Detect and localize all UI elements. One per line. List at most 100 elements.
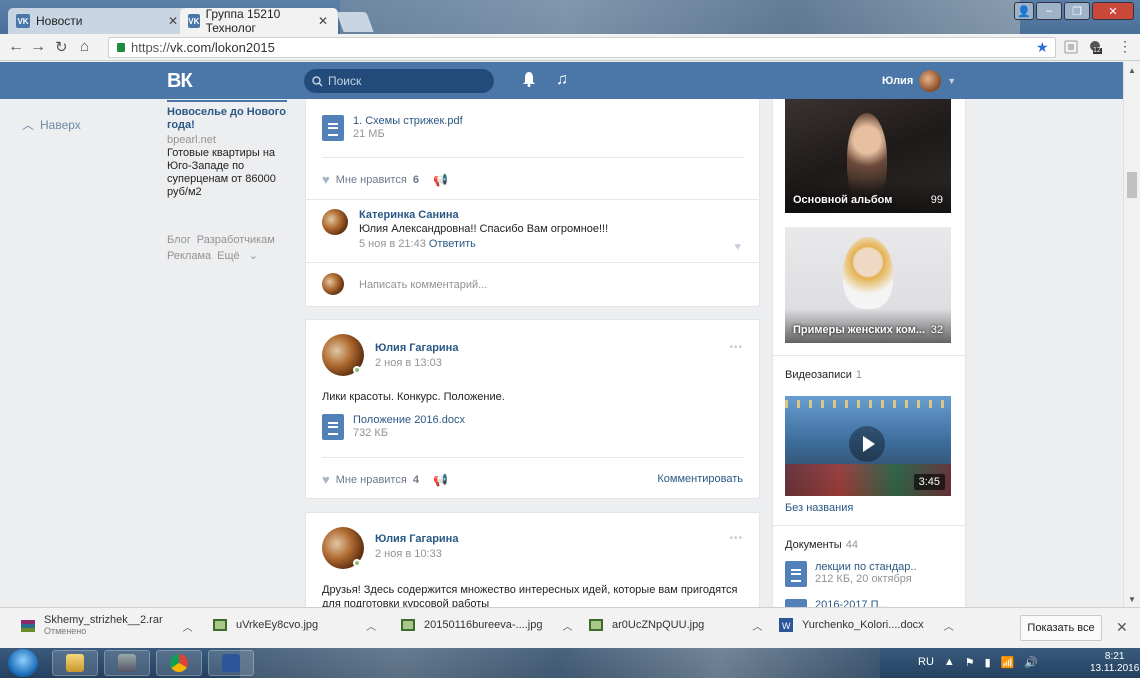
like-button[interactable]: ♥ Мне нравится 6 📢 [322, 172, 448, 187]
chevron-up-icon[interactable]: ︿ [366, 618, 376, 633]
video-thumbnail[interactable]: 3:45 [785, 396, 951, 496]
footer-links: Блог Разработчикам Реклама Ещё ⌄ [167, 232, 281, 264]
taskbar: RU ▲ ⚑ ▮ 📶 🔊 8:21 13.11.2016 [0, 648, 1140, 678]
music-icon[interactable]: ♫ [556, 71, 568, 89]
tray-arrow-icon[interactable]: ▲ [944, 656, 955, 669]
doc-attachment[interactable]: 1. Схемы стрижек.pdf 21 МБ [322, 115, 463, 141]
download-item[interactable]: uVrkeEy8cvo.jpg ︿ [212, 617, 376, 633]
chevron-up-icon[interactable]: ︿ [562, 618, 572, 633]
avatar[interactable] [322, 209, 348, 235]
system-clock[interactable]: 8:21 13.11.2016 [1090, 651, 1139, 675]
volume-icon[interactable]: 🔊 [1024, 656, 1038, 669]
post-header: Юлия Гагарина 2 ноя в 10:33 [375, 533, 458, 560]
forward-arrow-icon[interactable]: → [30, 38, 46, 56]
back-to-top-link[interactable]: ︿ Наверх [22, 116, 81, 133]
album-main[interactable]: Основной альбом 99 [785, 99, 951, 213]
signal-icon[interactable]: 📶 [1001, 656, 1015, 669]
video-title[interactable]: Без названия [785, 502, 853, 514]
search-input[interactable]: Поиск [304, 69, 494, 93]
chevron-up-icon[interactable]: ︿ [183, 619, 193, 634]
browser-tab-strip: VK Новости ✕ VK Группа 15210 Технолог ✕ … [0, 0, 1140, 34]
extension-icon[interactable] [1064, 40, 1078, 54]
bell-icon[interactable] [522, 71, 536, 87]
reload-icon[interactable]: ↻ [55, 38, 68, 56]
flag-icon[interactable]: ⚑ [965, 656, 975, 669]
album-womens[interactable]: Примеры женских ком... 32 [785, 227, 951, 343]
user-menu[interactable]: Юлия ▼ [882, 70, 956, 92]
search-icon [312, 75, 323, 87]
comment-author[interactable]: Катеринка Санина [359, 209, 608, 221]
comment-button[interactable]: Комментировать [657, 473, 743, 485]
footer-link-developers[interactable]: Разработчикам [197, 234, 275, 246]
taskbar-media[interactable] [104, 650, 150, 676]
like-button[interactable]: ♥ Мне нравится 4 📢 [322, 472, 448, 487]
share-megaphone-icon[interactable]: 📢 [433, 173, 448, 187]
ad-title[interactable]: Новоселье до Нового года! [167, 106, 292, 132]
tab-news[interactable]: VK Новости ✕ [8, 8, 188, 34]
start-button[interactable] [8, 649, 38, 677]
more-options-icon[interactable]: ••• [729, 342, 743, 353]
page-scrollbar[interactable]: ▲ ▼ [1123, 62, 1140, 607]
chevron-up-icon[interactable]: ︿ [752, 618, 762, 633]
taskbar-word[interactable] [208, 650, 254, 676]
download-item[interactable]: W Yurchenko_Kolori....docx ︿ [778, 617, 954, 633]
post-date[interactable]: 2 ноя в 13:03 [375, 357, 458, 369]
user-icon[interactable]: 👤 [1014, 2, 1034, 20]
documents-header[interactable]: Документы 44 [785, 539, 858, 551]
reply-link[interactable]: Ответить [429, 238, 476, 250]
download-item[interactable]: Skhemy_strizhek__2.rar Отменено ︿ [20, 615, 193, 637]
online-indicator [353, 559, 361, 567]
extension-badge-count: 12 [1093, 47, 1101, 54]
menu-kebab-icon[interactable]: ⋮ [1118, 38, 1132, 55]
comment-like-icon[interactable]: ♥ [734, 241, 741, 253]
doc-attachment[interactable]: Положение 2016.docx 732 КБ [322, 414, 465, 440]
post-text: Лики красоты. Конкурс. Положение. [322, 391, 505, 403]
minimize-button[interactable]: – [1036, 2, 1062, 20]
ad-block[interactable]: Новоселье до Нового года! bpearl.net Гот… [167, 100, 292, 199]
language-indicator[interactable]: RU [918, 656, 934, 669]
chevron-up-icon[interactable]: ︿ [944, 618, 954, 633]
download-item[interactable]: ar0UcZNpQUU.jpg ︿ [588, 617, 762, 633]
post-date[interactable]: 2 ноя в 10:33 [375, 548, 458, 560]
share-megaphone-icon[interactable]: 📢 [433, 473, 448, 487]
download-item[interactable]: 20150116bureeva-....jpg ︿ [400, 617, 572, 633]
play-icon[interactable] [849, 426, 885, 462]
scroll-down-icon[interactable]: ▼ [1128, 595, 1136, 604]
taskbar-chrome[interactable] [156, 650, 202, 676]
close-window-button[interactable]: ✕ [1092, 2, 1134, 20]
doc-name[interactable]: лекции по стандар.. [815, 561, 917, 573]
tab-group[interactable]: VK Группа 15210 Технолог ✕ [180, 7, 338, 34]
documents-title: Документы [785, 539, 842, 551]
doc-name[interactable]: Положение 2016.docx [353, 414, 465, 426]
post-author[interactable]: Юлия Гагарина [375, 533, 458, 545]
document-item[interactable]: лекции по стандар.. 212 КБ, 20 октября [785, 561, 917, 587]
footer-link-ads[interactable]: Реклама [167, 250, 211, 262]
doc-name[interactable]: 1. Схемы стрижек.pdf [353, 115, 463, 127]
image-file-icon [401, 619, 415, 631]
comment-date[interactable]: 5 ноя в 21:43 [359, 238, 426, 250]
video-duration: 3:45 [913, 474, 945, 490]
image-file-icon [213, 619, 227, 631]
close-tab-icon[interactable]: ✕ [168, 14, 178, 28]
url-input[interactable]: https://vk.com/lokon2015 [108, 37, 1056, 58]
close-tab-icon[interactable]: ✕ [318, 14, 328, 28]
more-options-icon[interactable]: ••• [729, 533, 743, 544]
show-all-downloads-button[interactable]: Показать все [1020, 615, 1102, 641]
taskbar-explorer[interactable] [52, 650, 98, 676]
network-icon[interactable]: ▮ [985, 656, 991, 669]
footer-link-more[interactable]: Ещё ⌄ [217, 250, 258, 262]
download-name: ar0UcZNpQUU.jpg [612, 619, 705, 631]
bookmark-star-icon[interactable]: ★ [1036, 39, 1049, 56]
footer-link-blog[interactable]: Блог [167, 234, 191, 246]
ad-description: Готовые квартиры на Юго-Западе по суперц… [167, 147, 276, 198]
comment-input[interactable]: Написать комментарий... [359, 279, 487, 291]
videos-header[interactable]: Видеозаписи 1 [785, 369, 862, 381]
restore-button[interactable]: ❐ [1064, 2, 1090, 20]
home-icon[interactable]: ⌂ [80, 38, 89, 55]
vk-logo[interactable]: ВК [167, 70, 193, 93]
scrollbar-thumb[interactable] [1127, 172, 1137, 198]
close-downloads-icon[interactable]: ✕ [1116, 619, 1128, 636]
post-author[interactable]: Юлия Гагарина [375, 342, 458, 354]
back-arrow-icon[interactable]: ← [8, 38, 24, 56]
scroll-up-icon[interactable]: ▲ [1128, 66, 1136, 75]
